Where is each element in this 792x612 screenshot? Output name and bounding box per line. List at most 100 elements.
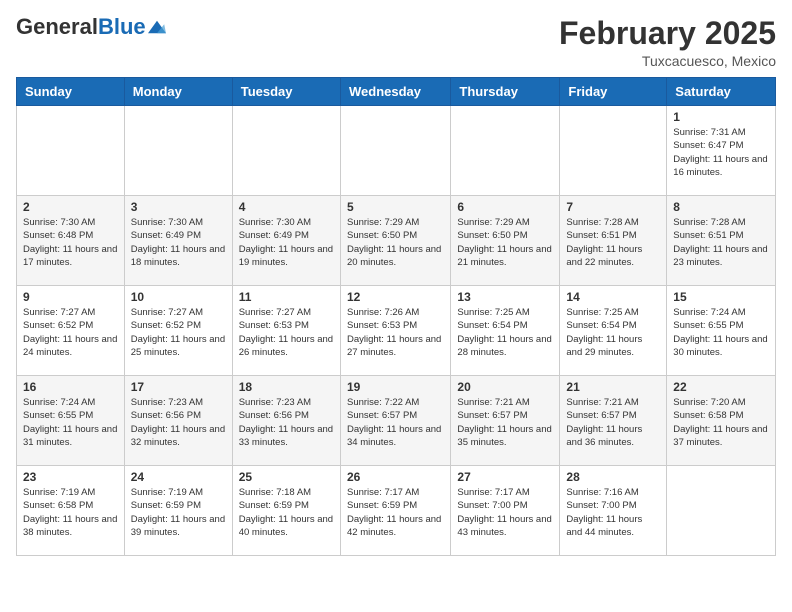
day-header-tuesday: Tuesday [232, 78, 340, 106]
calendar-cell: 26 Sunrise: 7:17 AM Sunset: 6:59 PM Dayli… [340, 466, 450, 556]
day-info: Sunrise: 7:17 AM Sunset: 7:00 PM Dayligh… [457, 486, 553, 539]
calendar-cell [232, 106, 340, 196]
day-number: 12 [347, 290, 444, 304]
day-info: Sunrise: 7:26 AM Sunset: 6:53 PM Dayligh… [347, 306, 444, 359]
day-info: Sunrise: 7:31 AM Sunset: 6:47 PM Dayligh… [673, 126, 769, 179]
day-info: Sunrise: 7:19 AM Sunset: 6:58 PM Dayligh… [23, 486, 118, 539]
day-number: 27 [457, 470, 553, 484]
title-area: February 2025 Tuxcacuesco, Mexico [559, 16, 776, 69]
logo: GeneralBlue [16, 16, 166, 38]
calendar-cell: 1 Sunrise: 7:31 AM Sunset: 6:47 PM Daylig… [667, 106, 776, 196]
calendar-week-5: 23 Sunrise: 7:19 AM Sunset: 6:58 PM Dayli… [17, 466, 776, 556]
calendar-cell [667, 466, 776, 556]
calendar-header-row: SundayMondayTuesdayWednesdayThursdayFrid… [17, 78, 776, 106]
day-number: 15 [673, 290, 769, 304]
calendar-cell [451, 106, 560, 196]
page-header: GeneralBlue February 2025 Tuxcacuesco, M… [16, 16, 776, 69]
calendar-cell [124, 106, 232, 196]
day-number: 10 [131, 290, 226, 304]
calendar-cell: 25 Sunrise: 7:18 AM Sunset: 6:59 PM Dayli… [232, 466, 340, 556]
calendar-cell: 21 Sunrise: 7:21 AM Sunset: 6:57 PM Dayli… [560, 376, 667, 466]
day-header-saturday: Saturday [667, 78, 776, 106]
day-info: Sunrise: 7:27 AM Sunset: 6:52 PM Dayligh… [23, 306, 118, 359]
day-info: Sunrise: 7:19 AM Sunset: 6:59 PM Dayligh… [131, 486, 226, 539]
day-header-sunday: Sunday [17, 78, 125, 106]
day-info: Sunrise: 7:20 AM Sunset: 6:58 PM Dayligh… [673, 396, 769, 449]
day-number: 5 [347, 200, 444, 214]
day-number: 18 [239, 380, 334, 394]
calendar-cell: 4 Sunrise: 7:30 AM Sunset: 6:49 PM Daylig… [232, 196, 340, 286]
calendar-cell: 6 Sunrise: 7:29 AM Sunset: 6:50 PM Daylig… [451, 196, 560, 286]
day-header-thursday: Thursday [451, 78, 560, 106]
calendar-cell: 20 Sunrise: 7:21 AM Sunset: 6:57 PM Dayli… [451, 376, 560, 466]
day-header-wednesday: Wednesday [340, 78, 450, 106]
day-info: Sunrise: 7:30 AM Sunset: 6:48 PM Dayligh… [23, 216, 118, 269]
day-info: Sunrise: 7:27 AM Sunset: 6:52 PM Dayligh… [131, 306, 226, 359]
day-info: Sunrise: 7:25 AM Sunset: 6:54 PM Dayligh… [457, 306, 553, 359]
day-number: 23 [23, 470, 118, 484]
day-number: 9 [23, 290, 118, 304]
calendar-cell: 2Sunrise: 7:30 AM Sunset: 6:48 PM Daylig… [17, 196, 125, 286]
calendar-cell: 23 Sunrise: 7:19 AM Sunset: 6:58 PM Dayli… [17, 466, 125, 556]
day-info: Sunrise: 7:28 AM Sunset: 6:51 PM Dayligh… [566, 216, 660, 269]
day-header-friday: Friday [560, 78, 667, 106]
calendar-cell [560, 106, 667, 196]
day-number: 26 [347, 470, 444, 484]
calendar-week-4: 16 Sunrise: 7:24 AM Sunset: 6:55 PM Dayli… [17, 376, 776, 466]
day-info: Sunrise: 7:21 AM Sunset: 6:57 PM Dayligh… [457, 396, 553, 449]
day-number: 7 [566, 200, 660, 214]
day-info: Sunrise: 7:27 AM Sunset: 6:53 PM Dayligh… [239, 306, 334, 359]
day-number: 13 [457, 290, 553, 304]
calendar-cell: 15 Sunrise: 7:24 AM Sunset: 6:55 PM Dayli… [667, 286, 776, 376]
calendar-cell: 17Sunrise: 7:23 AM Sunset: 6:56 PM Dayli… [124, 376, 232, 466]
calendar-week-3: 9 Sunrise: 7:27 AM Sunset: 6:52 PM Daylig… [17, 286, 776, 376]
calendar-cell: 28 Sunrise: 7:16 AM Sunset: 7:00 PM Dayli… [560, 466, 667, 556]
day-info: Sunrise: 7:24 AM Sunset: 6:55 PM Dayligh… [23, 396, 118, 449]
day-info: Sunrise: 7:18 AM Sunset: 6:59 PM Dayligh… [239, 486, 334, 539]
calendar-cell: 16 Sunrise: 7:24 AM Sunset: 6:55 PM Dayli… [17, 376, 125, 466]
calendar-cell: 27 Sunrise: 7:17 AM Sunset: 7:00 PM Dayli… [451, 466, 560, 556]
day-number: 21 [566, 380, 660, 394]
calendar-cell: 12 Sunrise: 7:26 AM Sunset: 6:53 PM Dayli… [340, 286, 450, 376]
location: Tuxcacuesco, Mexico [559, 53, 776, 69]
calendar-cell: 11 Sunrise: 7:27 AM Sunset: 6:53 PM Dayli… [232, 286, 340, 376]
day-number: 17 [131, 380, 226, 394]
calendar-cell: 9 Sunrise: 7:27 AM Sunset: 6:52 PM Daylig… [17, 286, 125, 376]
day-number: 1 [673, 110, 769, 124]
day-number: 24 [131, 470, 226, 484]
calendar-cell: 22Sunrise: 7:20 AM Sunset: 6:58 PM Dayli… [667, 376, 776, 466]
day-number: 28 [566, 470, 660, 484]
day-number: 11 [239, 290, 334, 304]
month-title: February 2025 [559, 16, 776, 51]
logo-icon [148, 20, 166, 34]
day-info: Sunrise: 7:22 AM Sunset: 6:57 PM Dayligh… [347, 396, 444, 449]
calendar-cell: 5 Sunrise: 7:29 AM Sunset: 6:50 PM Daylig… [340, 196, 450, 286]
calendar-cell: 14 Sunrise: 7:25 AM Sunset: 6:54 PM Dayli… [560, 286, 667, 376]
day-info: Sunrise: 7:17 AM Sunset: 6:59 PM Dayligh… [347, 486, 444, 539]
day-number: 16 [23, 380, 118, 394]
calendar-cell [17, 106, 125, 196]
day-header-monday: Monday [124, 78, 232, 106]
day-number: 20 [457, 380, 553, 394]
day-info: Sunrise: 7:29 AM Sunset: 6:50 PM Dayligh… [457, 216, 553, 269]
day-number: 14 [566, 290, 660, 304]
calendar-cell: 18 Sunrise: 7:23 AM Sunset: 6:56 PM Dayli… [232, 376, 340, 466]
day-info: Sunrise: 7:25 AM Sunset: 6:54 PM Dayligh… [566, 306, 660, 359]
day-number: 4 [239, 200, 334, 214]
day-number: 8 [673, 200, 769, 214]
day-info: Sunrise: 7:21 AM Sunset: 6:57 PM Dayligh… [566, 396, 660, 449]
day-info: Sunrise: 7:23 AM Sunset: 6:56 PM Dayligh… [239, 396, 334, 449]
calendar-week-2: 2Sunrise: 7:30 AM Sunset: 6:48 PM Daylig… [17, 196, 776, 286]
calendar-cell: 7 Sunrise: 7:28 AM Sunset: 6:51 PM Daylig… [560, 196, 667, 286]
calendar-cell: 3Sunrise: 7:30 AM Sunset: 6:49 PM Daylig… [124, 196, 232, 286]
day-info: Sunrise: 7:16 AM Sunset: 7:00 PM Dayligh… [566, 486, 660, 539]
calendar-table: SundayMondayTuesdayWednesdayThursdayFrid… [16, 77, 776, 556]
calendar-cell: 24 Sunrise: 7:19 AM Sunset: 6:59 PM Dayli… [124, 466, 232, 556]
day-info: Sunrise: 7:30 AM Sunset: 6:49 PM Dayligh… [239, 216, 334, 269]
day-number: 25 [239, 470, 334, 484]
day-info: Sunrise: 7:29 AM Sunset: 6:50 PM Dayligh… [347, 216, 444, 269]
day-number: 6 [457, 200, 553, 214]
day-info: Sunrise: 7:24 AM Sunset: 6:55 PM Dayligh… [673, 306, 769, 359]
logo-blue: Blue [98, 14, 146, 39]
logo-text: GeneralBlue [16, 16, 146, 38]
